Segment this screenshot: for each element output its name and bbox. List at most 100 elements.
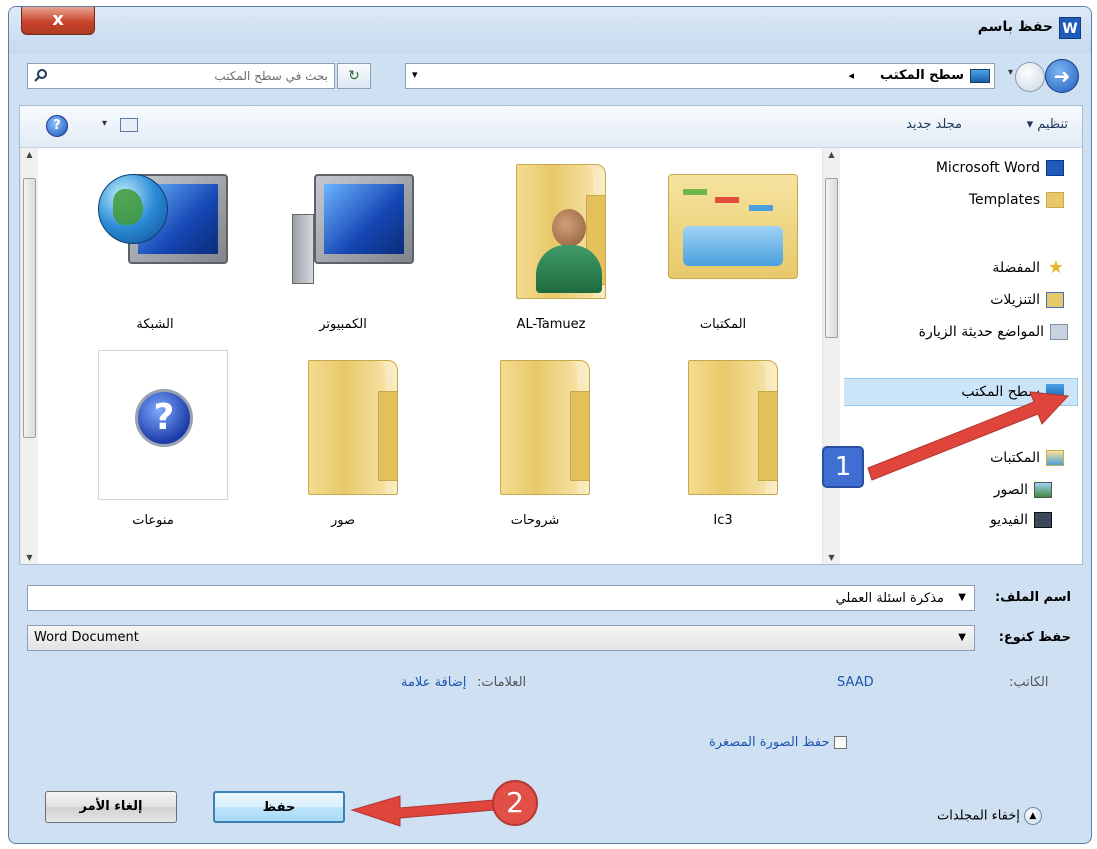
question-mark-icon: ? bbox=[135, 389, 193, 447]
nav-item-desktop[interactable]: سطح المكتب bbox=[961, 384, 1064, 400]
author-label: الكاتب: bbox=[1009, 675, 1049, 690]
user-folder-icon bbox=[486, 154, 616, 304]
scroll-up-icon[interactable]: ▲ bbox=[823, 150, 840, 159]
file-item[interactable]: ? منوعات bbox=[78, 344, 228, 534]
new-folder-button[interactable]: مجلد جديد bbox=[906, 117, 962, 132]
view-options-icon[interactable] bbox=[120, 118, 138, 132]
save-thumbnail-checkbox[interactable] bbox=[833, 736, 847, 749]
hide-folders-label: إخفاء المجلدات bbox=[937, 808, 1020, 824]
save-as-dialog: x W حفظ باسم ➜ ▾ سطح المكتب ◂ ▾ ↻ تنظيم … bbox=[8, 6, 1092, 844]
step-2-badge: 2 bbox=[492, 780, 538, 826]
folder-icon bbox=[470, 350, 600, 500]
pictures-icon bbox=[1034, 482, 1052, 498]
scroll-up-icon[interactable]: ▲ bbox=[21, 150, 38, 159]
folder-icon bbox=[658, 350, 788, 500]
filename-input[interactable] bbox=[34, 588, 944, 608]
file-list: ▲ ▼ المكتبات AL-Tamuez الكمبيوتر الشبكة … bbox=[20, 148, 840, 564]
scroll-thumb[interactable] bbox=[825, 178, 838, 338]
breadcrumb-arrow-icon[interactable]: ◂ bbox=[848, 69, 854, 82]
hide-folders-toggle[interactable]: ▲إخفاء المجلدات bbox=[937, 807, 1042, 825]
filename-row: اسم الملف: ▼ bbox=[27, 585, 1075, 613]
organize-button[interactable]: تنظيم ▾ bbox=[1027, 117, 1068, 132]
file-label: المكتبات bbox=[699, 317, 747, 332]
folder-icon bbox=[278, 350, 408, 500]
file-label: Ic3 bbox=[713, 513, 733, 528]
computer-icon bbox=[278, 154, 414, 304]
nav-label: المفضلة bbox=[992, 260, 1040, 276]
downloads-icon bbox=[1046, 292, 1064, 308]
files-scrollbar[interactable]: ▲ ▼ bbox=[20, 148, 38, 564]
filename-label: اسم الملف: bbox=[994, 590, 1071, 605]
address-location[interactable]: سطح المكتب bbox=[880, 68, 964, 83]
help-icon[interactable]: ? bbox=[46, 115, 68, 137]
help-file-icon: ? bbox=[88, 350, 228, 500]
save-thumbnail-option[interactable]: حفظ الصورة المصغرة bbox=[709, 735, 847, 750]
title-bar: x W حفظ باسم bbox=[9, 7, 1091, 53]
command-bar: تنظيم ▾ مجلد جديد ▾ ? bbox=[20, 106, 1082, 148]
nav-item-microsoft-word[interactable]: Microsoft Word bbox=[936, 160, 1064, 176]
chevron-up-icon: ▲ bbox=[1023, 807, 1042, 825]
save-button[interactable]: حفظ bbox=[213, 791, 345, 823]
libraries-icon bbox=[658, 154, 798, 304]
file-item[interactable]: صور bbox=[268, 344, 418, 534]
star-icon: ★ bbox=[1047, 257, 1064, 278]
nav-label: Microsoft Word bbox=[935, 160, 1040, 176]
refresh-button[interactable]: ↻ bbox=[337, 63, 371, 89]
search-box[interactable] bbox=[27, 63, 335, 89]
word-icon: W bbox=[1059, 17, 1081, 39]
nav-item-downloads[interactable]: التنزيلات bbox=[990, 292, 1064, 308]
recent-places-icon bbox=[1050, 324, 1068, 340]
save-type-dropdown-icon[interactable]: ▼ bbox=[958, 632, 966, 643]
cancel-button[interactable]: إلغاء الأمر bbox=[45, 791, 177, 823]
browser-panel: تنظيم ▾ مجلد جديد ▾ ? ▲ ▼ المكتبات AL-Ta… bbox=[19, 105, 1083, 565]
file-item[interactable]: AL-Tamuez bbox=[476, 148, 626, 338]
file-label: منوعات bbox=[132, 513, 174, 528]
history-dropdown-icon[interactable]: ▾ bbox=[1008, 67, 1013, 78]
nav-item-pictures[interactable]: الصور bbox=[994, 482, 1052, 498]
file-item[interactable]: شروحات bbox=[460, 344, 610, 534]
save-type-row: حفظ كنوع: ▼ Word Document bbox=[27, 625, 1075, 653]
nav-label: Templates bbox=[968, 192, 1040, 208]
nav-item-libraries[interactable]: المكتبات bbox=[990, 450, 1064, 466]
file-label: AL-Tamuez bbox=[516, 317, 586, 332]
file-item[interactable]: الكمبيوتر bbox=[268, 148, 418, 338]
nav-item-templates[interactable]: Templates bbox=[969, 192, 1064, 208]
file-item[interactable]: Ic3 bbox=[648, 344, 798, 534]
folder-icon bbox=[1046, 192, 1064, 208]
filename-field[interactable]: ▼ bbox=[27, 585, 975, 611]
nav-scrollbar[interactable]: ▲ ▼ bbox=[822, 148, 840, 564]
view-dropdown-icon[interactable]: ▾ bbox=[102, 118, 107, 129]
nav-label: الصور bbox=[993, 482, 1028, 498]
address-dropdown-icon[interactable]: ▾ bbox=[412, 68, 418, 81]
filename-dropdown-icon[interactable]: ▼ bbox=[958, 592, 966, 603]
file-item[interactable]: الشبكة bbox=[80, 148, 230, 338]
search-input[interactable] bbox=[58, 66, 328, 86]
tags-label: العلامات: bbox=[477, 675, 527, 690]
navigation-pane: Microsoft Word Templates ★ المفضلة التنزي… bbox=[844, 148, 1082, 564]
word-icon bbox=[1046, 160, 1064, 176]
file-label: الشبكة bbox=[136, 317, 174, 332]
save-type-select[interactable]: ▼ Word Document bbox=[27, 625, 975, 651]
desktop-icon bbox=[1046, 384, 1064, 400]
step-1-badge: 1 bbox=[822, 446, 864, 488]
nav-item-video[interactable]: الفيديو bbox=[990, 512, 1052, 528]
nav-item-favorites[interactable]: ★ المفضلة bbox=[992, 257, 1064, 278]
author-value[interactable]: SAAD bbox=[837, 675, 874, 690]
video-icon bbox=[1034, 512, 1052, 528]
close-button[interactable]: x bbox=[21, 7, 95, 35]
scroll-down-icon[interactable]: ▼ bbox=[21, 553, 38, 562]
nav-item-recent-places[interactable]: المواضع حديثة الزيارة bbox=[919, 324, 1068, 340]
nav-label: المكتبات bbox=[990, 450, 1040, 466]
nav-label: المواضع حديثة الزيارة bbox=[918, 324, 1044, 340]
address-bar[interactable]: سطح المكتب ◂ ▾ bbox=[405, 63, 995, 89]
tags-value[interactable]: إضافة علامة bbox=[401, 675, 466, 690]
desktop-icon bbox=[970, 69, 990, 83]
save-type-value: Word Document bbox=[34, 630, 139, 645]
back-button[interactable]: ➜ bbox=[1045, 59, 1079, 93]
file-item[interactable]: المكتبات bbox=[648, 148, 798, 338]
file-label: شروحات bbox=[510, 513, 560, 528]
scroll-down-icon[interactable]: ▼ bbox=[823, 553, 840, 562]
forward-button[interactable] bbox=[1015, 62, 1045, 92]
search-icon bbox=[34, 69, 47, 82]
scroll-thumb[interactable] bbox=[23, 178, 36, 438]
